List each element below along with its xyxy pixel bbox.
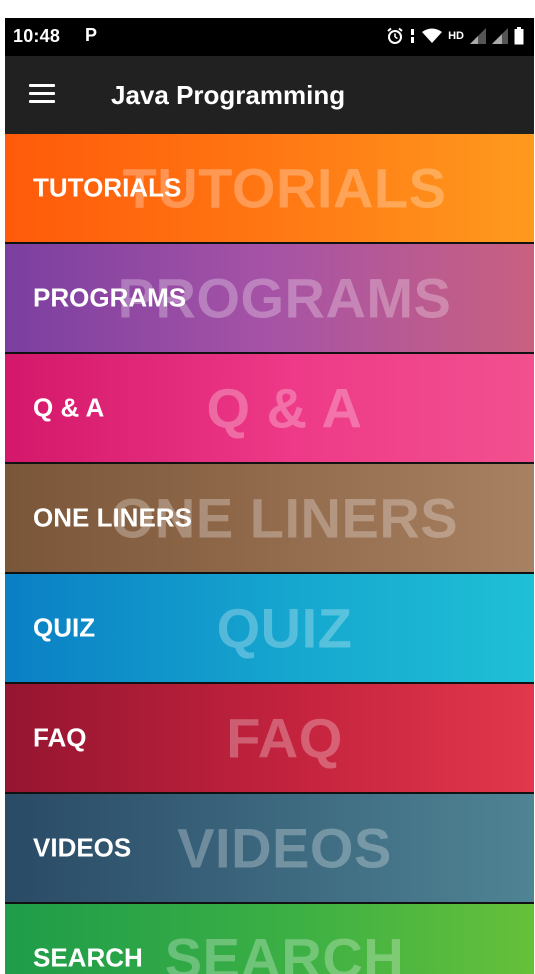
menu-list: TUTORIALS TUTORIALS PROGRAMS PROGRAMS Q … <box>5 134 534 974</box>
battery-icon <box>514 27 524 45</box>
menu-item-label: Q & A <box>33 392 105 423</box>
menu-item-faq[interactable]: FAQ FAQ <box>5 684 534 792</box>
status-time: 10:48 <box>13 26 61 46</box>
menu-item-label: PROGRAMS <box>33 282 187 313</box>
app-title: Java Programming <box>111 80 346 110</box>
alarm-icon <box>387 27 403 44</box>
menu-item-one-liners[interactable]: ONE LINERS ONE LINERS <box>5 464 534 572</box>
menu-item-quiz[interactable]: QUIZ QUIZ <box>5 574 534 682</box>
menu-item-label: SEARCH <box>33 942 143 973</box>
wifi-icon <box>422 28 443 43</box>
menu-item-tutorials[interactable]: TUTORIALS TUTORIALS <box>5 134 534 242</box>
menu-item-label: ONE LINERS <box>33 502 192 533</box>
menu-item-label: FAQ <box>33 722 87 753</box>
menu-item-q-and-a[interactable]: Q & A Q & A <box>5 354 534 462</box>
menu-item-label: TUTORIALS <box>33 172 182 203</box>
phone-screen: 10:48 P HD Java Programming TUTORIALS TU… <box>5 18 534 974</box>
menu-item-programs[interactable]: PROGRAMS PROGRAMS <box>5 244 534 352</box>
hd-label: HD <box>448 30 464 42</box>
data-transfer-icon <box>411 29 415 43</box>
menu-item-videos[interactable]: VIDEOS VIDEOS <box>5 794 534 902</box>
menu-item-label: VIDEOS <box>33 832 132 863</box>
hamburger-menu-icon[interactable] <box>29 82 57 106</box>
signal-icon-2 <box>492 28 508 44</box>
signal-icon-1 <box>470 28 486 44</box>
notification-p-icon: P <box>85 25 98 45</box>
app-bar: Java Programming <box>5 56 534 134</box>
menu-item-label: QUIZ <box>33 612 96 643</box>
menu-item-search[interactable]: SEARCH SEARCH <box>5 904 534 974</box>
status-icons: HD <box>386 24 524 48</box>
status-bar: 10:48 P HD <box>5 18 534 56</box>
